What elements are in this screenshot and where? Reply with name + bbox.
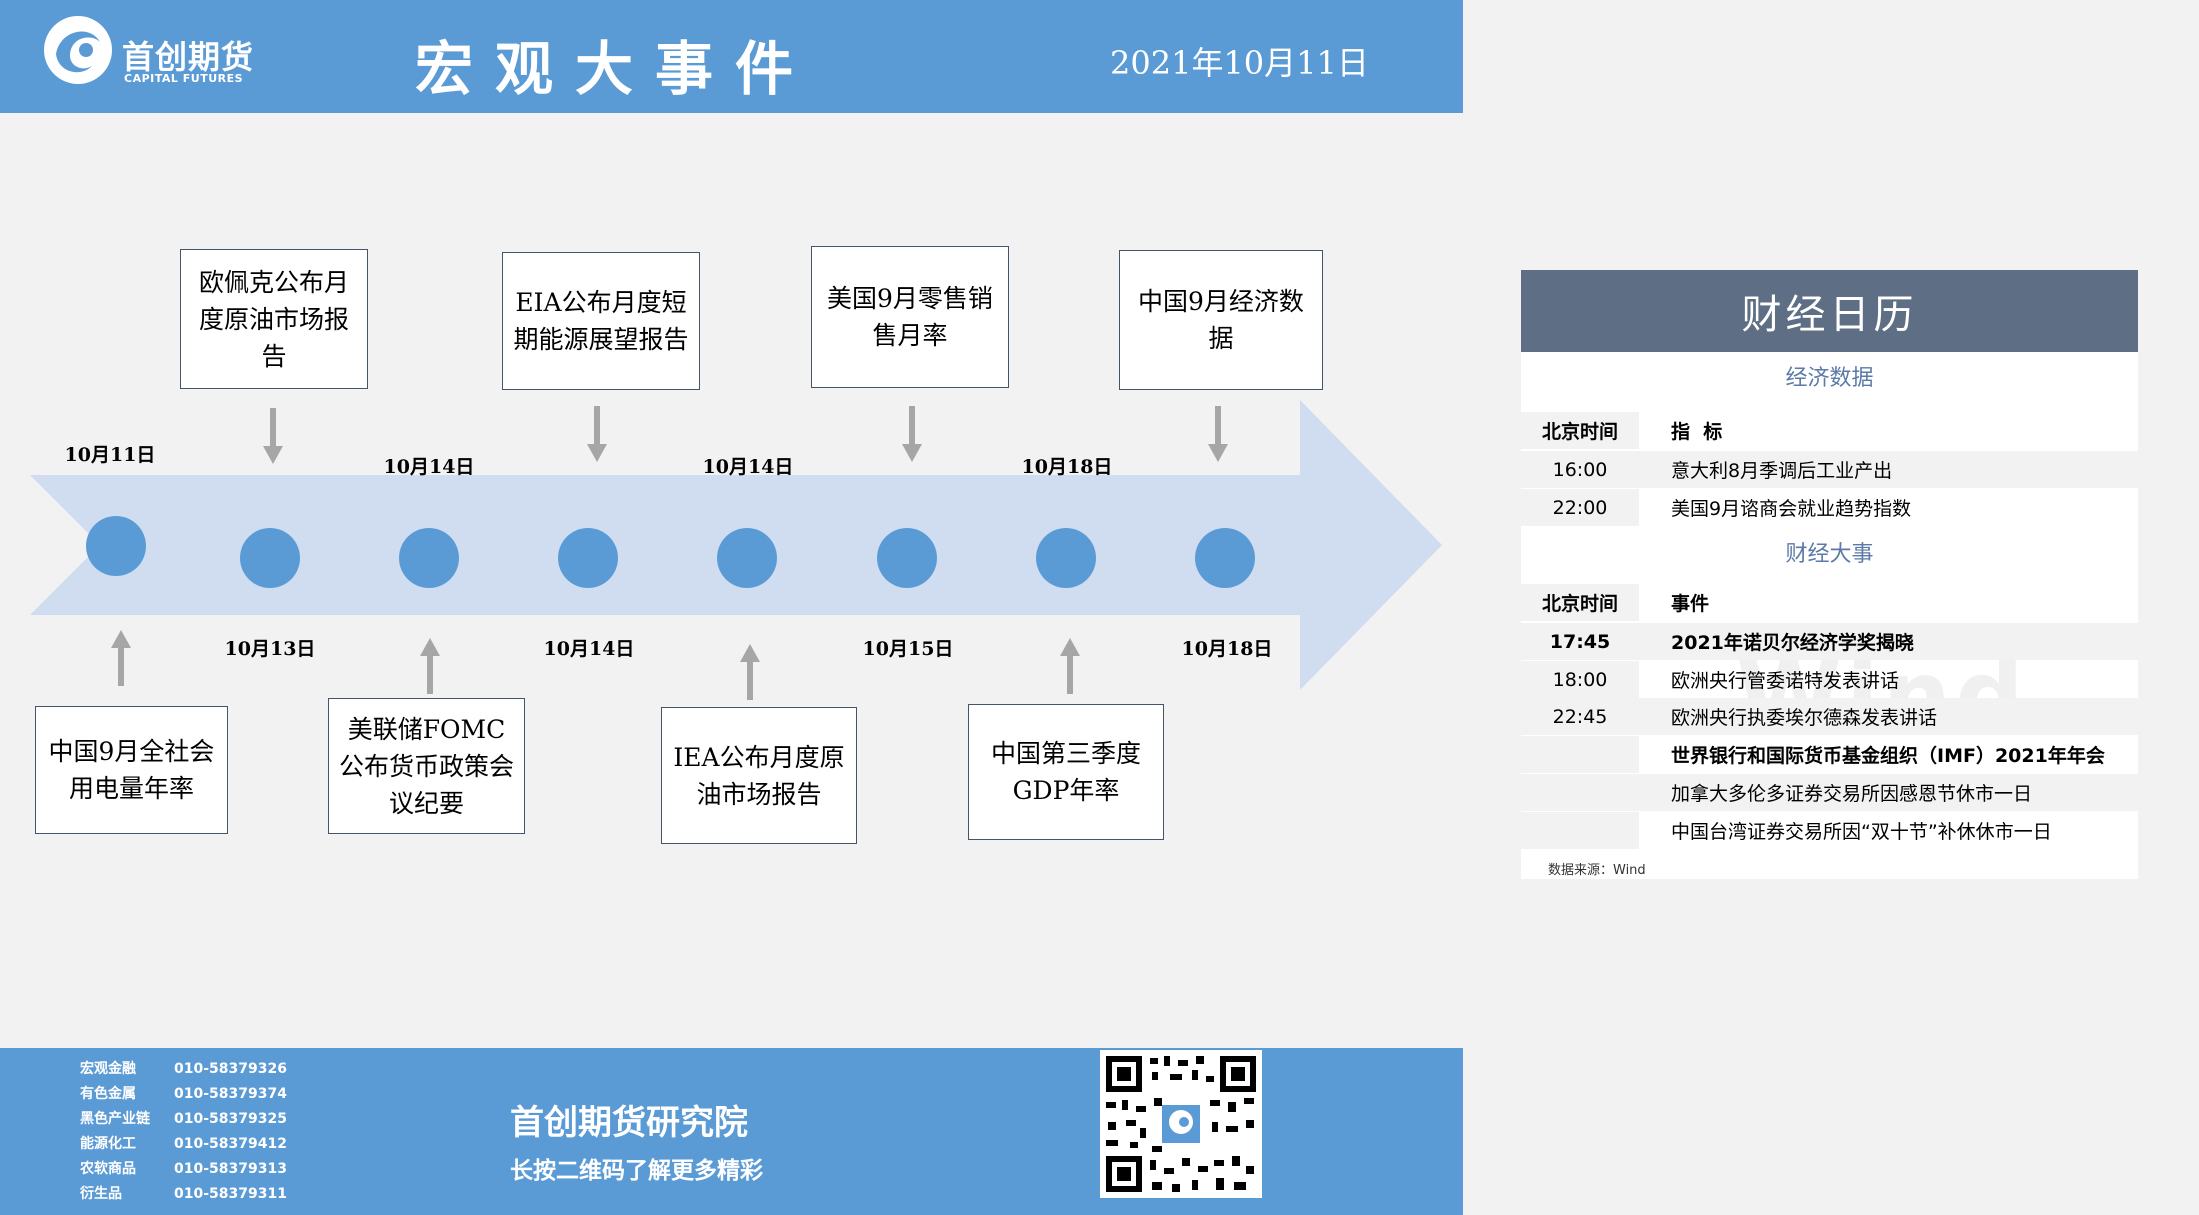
contact-phone: 010-58379326	[174, 1061, 287, 1077]
table-header-row: 北京时间 指 标	[1521, 412, 2138, 449]
table-row: 世界银行和国际货币基金组织（IMF）2021年年会	[1521, 736, 2138, 773]
row-time: 18:00	[1521, 661, 1639, 698]
event-box: 中国第三季度GDP年率	[968, 704, 1164, 840]
row-event: 加拿大多伦多证券交易所因感恩节休市一日	[1671, 783, 2033, 805]
qr-code-icon[interactable]	[1100, 1050, 1262, 1198]
event-box: 中国9月经济数据	[1119, 250, 1323, 390]
row-time	[1521, 774, 1639, 811]
timeline-dot	[558, 528, 618, 588]
row-event: 世界银行和国际货币基金组织（IMF）2021年年会	[1671, 745, 2105, 767]
data-source-note: 数据来源：Wind	[1548, 863, 1646, 878]
row-event: 2021年诺贝尔经济学奖揭晓	[1671, 632, 1914, 654]
timeline-date: 10月15日	[862, 638, 954, 660]
table-row: 22:00 美国9月谘商会就业趋势指数	[1521, 489, 2138, 526]
timeline-date: 10月14日	[543, 638, 635, 660]
row-time: 22:45	[1521, 698, 1639, 735]
row-time: 17:45	[1521, 623, 1639, 660]
row-event: 中国台湾证券交易所因“双十节”补休休市一日	[1671, 821, 2052, 843]
down-arrow-icon	[263, 408, 283, 464]
down-arrow-icon	[587, 406, 607, 462]
row-time	[1521, 812, 1639, 849]
timeline-dot	[1036, 528, 1096, 588]
event-box: IEA公布月度原油市场报告	[661, 707, 857, 844]
timeline-date: 10月11日	[64, 444, 156, 466]
col-indicator-header: 指 标	[1671, 421, 1723, 443]
capital-futures-logo-icon	[44, 16, 112, 84]
contact-name: 黑色产业链	[80, 1111, 150, 1127]
row-time: 16:00	[1521, 451, 1639, 488]
row-event: 欧洲央行管委诺特发表讲话	[1671, 670, 1900, 692]
col-time-header: 北京时间	[1521, 584, 1639, 621]
contact-line: 能源化工 010-58379412	[80, 1133, 287, 1153]
contact-line: 黑色产业链 010-58379325	[80, 1108, 287, 1128]
contact-line: 宏观金融 010-58379326	[80, 1058, 287, 1078]
row-indicator: 意大利8月季调后工业产出	[1671, 460, 1893, 482]
timeline-date: 10月14日	[383, 456, 475, 478]
contact-phone: 010-58379374	[174, 1086, 287, 1102]
section-economic-data: 经济数据	[1785, 366, 1874, 391]
event-box: EIA公布月度短期能源展望报告	[502, 252, 700, 390]
contact-name: 有色金属	[80, 1086, 136, 1102]
event-box: 欧佩克公布月度原油市场报告	[180, 249, 368, 389]
finance-calendar-panel: 财经日历 Wind 经济数据 北京时间 指 标 16:00 意大利8月季调后工业…	[1521, 270, 2138, 879]
row-event: 欧洲央行执委埃尔德森发表讲话	[1671, 707, 1938, 729]
footer-title: 首创期货研究院	[510, 1103, 748, 1143]
contact-name: 能源化工	[80, 1136, 136, 1152]
section-finance-events: 财经大事	[1785, 542, 1874, 567]
timeline-date: 10月18日	[1021, 456, 1113, 478]
row-time	[1521, 736, 1639, 773]
contact-name: 农软商品	[80, 1161, 136, 1177]
up-arrow-icon	[1060, 638, 1080, 694]
up-arrow-icon	[111, 630, 131, 686]
up-arrow-icon	[420, 638, 440, 694]
timeline-dot	[86, 516, 146, 576]
contact-line: 农软商品 010-58379313	[80, 1158, 287, 1178]
timeline-date: 10月13日	[224, 638, 316, 660]
table-header-row: 北京时间 事件	[1521, 584, 2138, 621]
contact-line: 有色金属 010-58379374	[80, 1083, 287, 1103]
row-indicator: 美国9月谘商会就业趋势指数	[1671, 498, 1912, 520]
logo-text-en: CAPITAL FUTURES	[124, 72, 244, 85]
contact-phone: 010-58379311	[174, 1186, 287, 1202]
event-box: 美联储FOMC公布货币政策会议纪要	[328, 698, 525, 834]
contact-name: 衍生品	[80, 1186, 122, 1202]
timeline-dot	[877, 528, 937, 588]
table-row: 17:45 2021年诺贝尔经济学奖揭晓	[1521, 623, 2138, 660]
table-row: 22:45 欧洲央行执委埃尔德森发表讲话	[1521, 698, 2138, 735]
timeline-dot	[399, 528, 459, 588]
report-date: 2021年10月11日	[1110, 44, 1369, 82]
table-row: 18:00 欧洲央行管委诺特发表讲话	[1521, 661, 2138, 698]
contact-phone: 010-58379313	[174, 1161, 287, 1177]
calendar-title: 财经日历	[1521, 270, 2138, 352]
col-event-header: 事件	[1671, 593, 1710, 615]
timeline-dot	[1195, 528, 1255, 588]
timeline-dot	[717, 528, 777, 588]
contact-line: 衍生品 010-58379311	[80, 1183, 287, 1203]
contact-phone: 010-58379412	[174, 1136, 287, 1152]
col-time-header: 北京时间	[1521, 412, 1639, 449]
table-row: 加拿大多伦多证券交易所因感恩节休市一日	[1521, 774, 2138, 811]
event-box: 中国9月全社会用电量年率	[35, 706, 228, 834]
table-row: 中国台湾证券交易所因“双十节”补休休市一日	[1521, 812, 2138, 849]
page-title: 宏观大事件	[415, 35, 816, 103]
footer-subtitle: 长按二维码了解更多精彩	[510, 1158, 763, 1184]
contact-phone: 010-58379325	[174, 1111, 287, 1127]
table-row: 16:00 意大利8月季调后工业产出	[1521, 451, 2138, 488]
timeline-dot	[240, 528, 300, 588]
timeline-date: 10月18日	[1181, 638, 1273, 660]
contact-name: 宏观金融	[80, 1061, 136, 1077]
event-box: 美国9月零售销售月率	[811, 246, 1009, 388]
down-arrow-icon	[1208, 406, 1228, 462]
timeline-date: 10月14日	[702, 456, 794, 478]
up-arrow-icon	[740, 644, 760, 700]
down-arrow-icon	[902, 406, 922, 462]
row-time: 22:00	[1521, 489, 1639, 526]
